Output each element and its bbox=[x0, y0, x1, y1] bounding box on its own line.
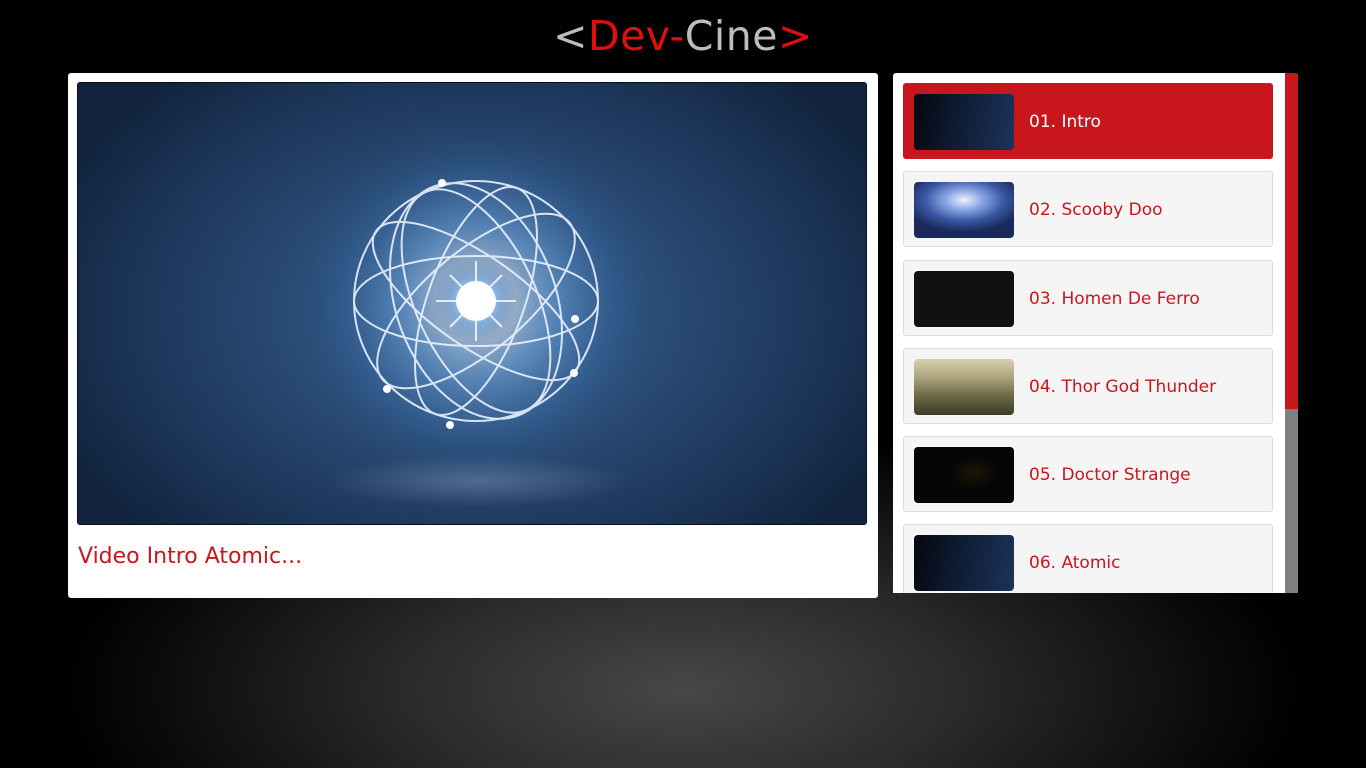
playlist-item-label: 04. Thor God Thunder bbox=[1029, 377, 1217, 397]
logo-close-bracket: > bbox=[778, 12, 813, 60]
logo-cine: Cine bbox=[684, 12, 778, 60]
playlist-scrollbar-thumb[interactable] bbox=[1285, 73, 1298, 409]
playlist-item-label: 06. Atomic bbox=[1029, 553, 1121, 573]
playlist-item-label: 05. Doctor Strange bbox=[1029, 465, 1191, 485]
playlist-item-label: 01. Intro bbox=[1029, 112, 1101, 132]
playlist-item-scooby-doo[interactable]: 02. Scooby Doo bbox=[903, 171, 1273, 247]
logo-open-bracket: < bbox=[553, 12, 588, 60]
video-player-card: Video Intro Atomic... bbox=[68, 73, 878, 598]
atomic-thumbnail bbox=[914, 535, 1014, 591]
video-player[interactable] bbox=[77, 82, 867, 525]
playlist-item-thor[interactable]: 04. Thor God Thunder bbox=[903, 348, 1273, 424]
playlist-item-atomic[interactable]: 06. Atomic bbox=[903, 524, 1273, 593]
playlist-item-label: 02. Scooby Doo bbox=[1029, 200, 1163, 220]
atomic-thumbnail bbox=[914, 94, 1014, 150]
logo-dev: Dev- bbox=[588, 12, 685, 60]
ferro-thumbnail bbox=[914, 271, 1014, 327]
thor-thumbnail bbox=[914, 359, 1014, 415]
playlist-item-homen-de-ferro[interactable]: 03. Homen De Ferro bbox=[903, 260, 1273, 336]
site-logo: <Dev-Cine> bbox=[0, 11, 1366, 61]
video-title: Video Intro Atomic... bbox=[78, 544, 303, 569]
atomic-video-frame bbox=[288, 113, 668, 507]
strange-thumbnail bbox=[914, 447, 1014, 503]
playlist-item-doctor-strange[interactable]: 05. Doctor Strange bbox=[903, 436, 1273, 512]
playlist-panel: 01. Intro 02. Scooby Doo 03. Homen De Fe… bbox=[893, 73, 1298, 593]
scooby-thumbnail bbox=[914, 182, 1014, 238]
playlist-item-intro[interactable]: 01. Intro bbox=[903, 83, 1273, 159]
playlist-item-label: 03. Homen De Ferro bbox=[1029, 289, 1200, 309]
